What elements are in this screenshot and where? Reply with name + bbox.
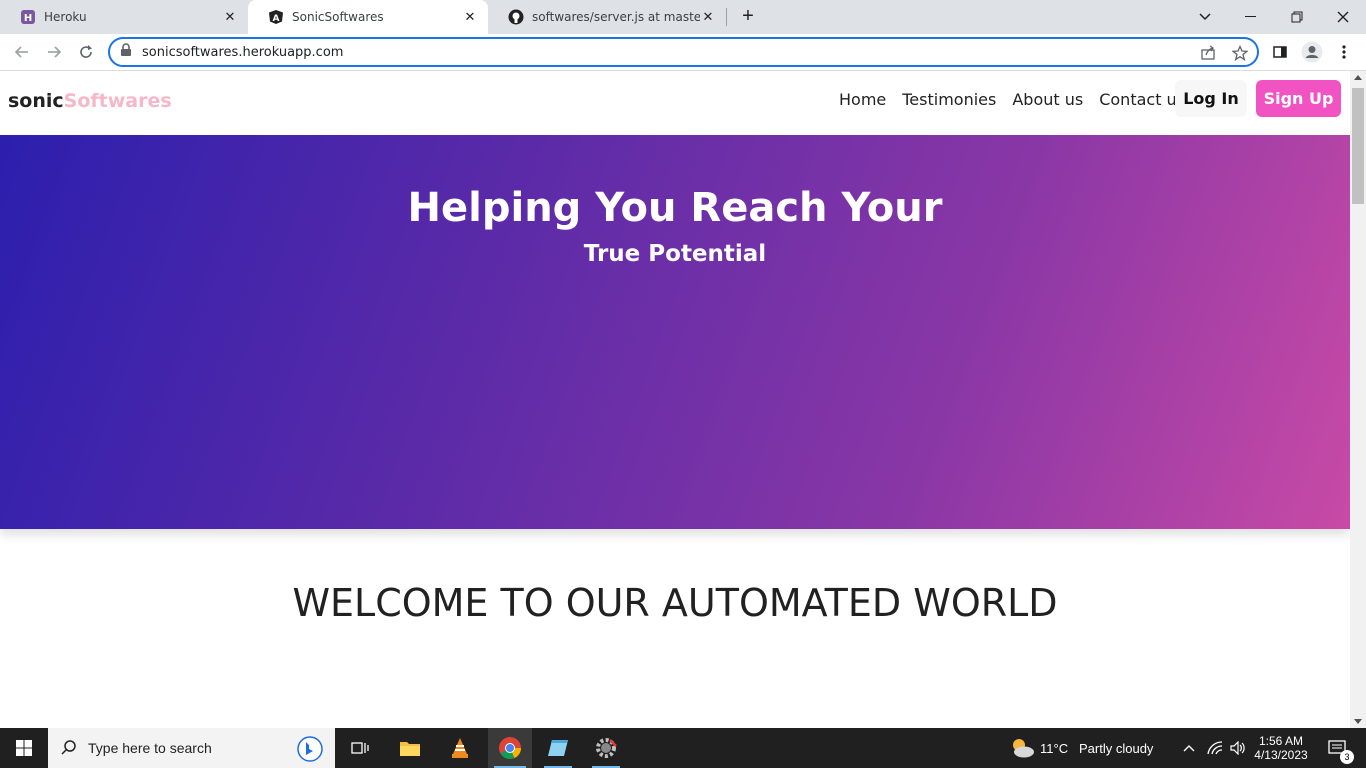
svg-text:H: H — [24, 13, 32, 24]
chrome-taskbar-icon[interactable] — [488, 728, 532, 768]
lock-icon[interactable] — [120, 42, 132, 62]
tab-sonicsoftwares[interactable]: A SonicSoftwares ✕ — [248, 0, 488, 34]
nav-links: Home Testimonies About us Contact us — [839, 90, 1185, 109]
profile-avatar-icon[interactable] — [1300, 40, 1324, 64]
search-icon — [60, 739, 78, 757]
new-tab-plus-icon[interactable]: + — [737, 5, 759, 27]
menu-kebab-icon[interactable] — [1332, 40, 1356, 64]
bookmark-star-icon[interactable] — [1231, 44, 1249, 62]
address-bar[interactable]: sonicsoftwares.herokuapp.com — [108, 37, 1259, 67]
network-icon[interactable] — [1204, 728, 1226, 768]
tab-heroku[interactable]: H Heroku ✕ — [0, 0, 248, 34]
github-icon — [508, 9, 524, 25]
clock-date: 4/13/2023 — [1254, 748, 1308, 762]
reload-icon[interactable] — [74, 40, 98, 64]
window-close-icon[interactable] — [1320, 0, 1366, 34]
scroll-up-arrow-icon[interactable] — [1354, 75, 1362, 80]
url-text: sonicsoftwares.herokuapp.com — [142, 44, 344, 60]
weather-temp[interactable]: 11°C — [1040, 728, 1068, 768]
nav-link-contact[interactable]: Contact us — [1099, 90, 1185, 109]
page-scrollbar[interactable] — [1350, 71, 1366, 728]
clock-time: 1:56 AM — [1258, 734, 1304, 748]
angular-icon: A — [268, 9, 284, 25]
taskbar-search-input[interactable]: Type here to search — [48, 728, 335, 768]
nav-link-home[interactable]: Home — [839, 90, 886, 109]
scrollbar-thumb[interactable] — [1352, 88, 1364, 204]
side-panel-icon[interactable] — [1268, 40, 1292, 64]
login-button[interactable]: Log In — [1175, 80, 1247, 117]
share-icon[interactable] — [1199, 44, 1217, 62]
weather-desc[interactable]: Partly cloudy — [1079, 728, 1153, 768]
close-icon[interactable]: ✕ — [700, 9, 716, 25]
back-arrow-icon[interactable] — [10, 40, 34, 64]
welcome-heading: WELCOME TO OUR AUTOMATED WORLD — [292, 581, 1058, 625]
close-icon[interactable]: ✕ — [462, 9, 478, 25]
task-view-icon[interactable] — [340, 728, 380, 768]
hero-subtitle: True Potential — [583, 241, 767, 267]
logo-part-2: Softwares — [63, 90, 172, 112]
nav-link-about[interactable]: About us — [1012, 90, 1083, 109]
tray-chevron-up-icon[interactable] — [1178, 728, 1200, 768]
scroll-down-arrow-icon[interactable] — [1354, 719, 1362, 724]
logo-part-1: sonic — [8, 90, 64, 112]
tab-title: Heroku — [44, 10, 87, 24]
tab-divider — [726, 8, 727, 26]
windows-start-icon[interactable] — [0, 728, 48, 768]
hero-banner: Helping You Reach Your True Potential — [0, 135, 1350, 529]
bing-icon[interactable] — [297, 736, 323, 767]
settings-gear-icon[interactable] — [586, 728, 626, 768]
site-navbar: sonicSoftwares Home Testimonies About us… — [0, 71, 1350, 135]
page-viewport: sonicSoftwares Home Testimonies About us… — [0, 71, 1350, 728]
svg-text:A: A — [273, 14, 280, 24]
restore-icon[interactable] — [1274, 0, 1320, 34]
volume-icon[interactable] — [1227, 728, 1249, 768]
close-icon[interactable]: ✕ — [222, 9, 238, 25]
tab-title: SonicSoftwares — [292, 10, 384, 24]
weather-partly-cloudy-icon[interactable] — [1006, 728, 1038, 768]
windows-taskbar: Type here to search 11°C Partly cloudy 1… — [0, 728, 1366, 768]
notepad-icon[interactable] — [538, 728, 578, 768]
tab-title: softwares/server.js at master · He — [532, 10, 700, 24]
weather-temp-text: 11°C — [1040, 740, 1069, 756]
forward-arrow-icon[interactable] — [42, 40, 66, 64]
tab-github[interactable]: softwares/server.js at master · He ✕ — [488, 0, 726, 34]
browser-toolbar: sonicsoftwares.herokuapp.com — [0, 34, 1366, 71]
system-clock[interactable]: 1:56 AM 4/13/2023 — [1252, 728, 1310, 768]
search-placeholder: Type here to search — [88, 740, 212, 756]
notification-badge: 3 — [1340, 750, 1354, 764]
notification-center-icon[interactable]: 3 — [1318, 728, 1358, 768]
vlc-icon[interactable] — [440, 728, 480, 768]
minimize-icon[interactable] — [1228, 0, 1274, 34]
heroku-icon: H — [20, 9, 36, 25]
site-logo[interactable]: sonicSoftwares — [8, 90, 172, 112]
tab-search-chevron-icon[interactable] — [1182, 0, 1228, 34]
hero-title: Helping You Reach Your — [407, 185, 943, 231]
tab-strip: H Heroku ✕ A SonicSoftwares ✕ softwares/… — [0, 0, 1366, 34]
weather-desc-text: Partly cloudy — [1079, 740, 1154, 756]
signup-button[interactable]: Sign Up — [1256, 80, 1341, 117]
file-explorer-icon[interactable] — [390, 728, 430, 768]
nav-link-testimonies[interactable]: Testimonies — [902, 90, 996, 109]
